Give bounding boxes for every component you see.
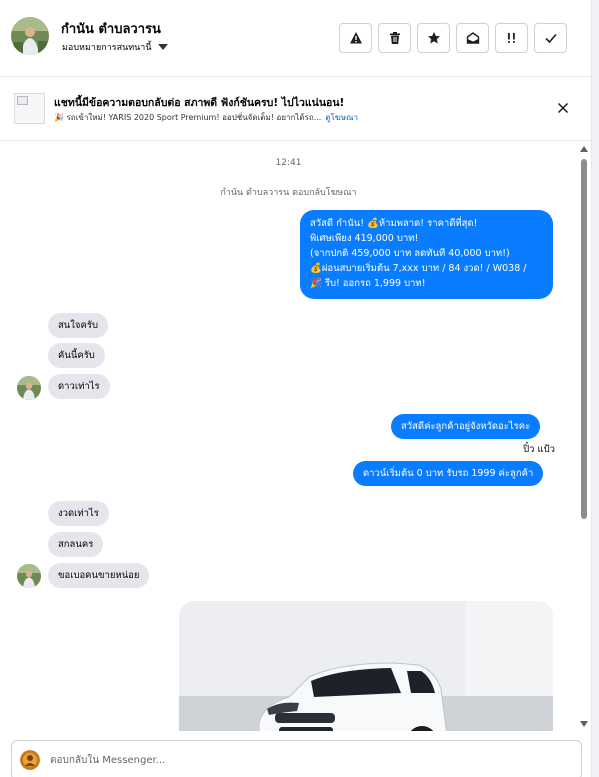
car-photo-attachment[interactable] (179, 601, 553, 731)
check-icon (544, 33, 557, 44)
mark-done-button[interactable] (534, 23, 567, 53)
message-line: สวัสดี กำนัน! 💰ห้ามพลาด! ราคาดีที่สุด! (310, 218, 478, 229)
follow-up-icon (507, 33, 515, 43)
mark-unread-icon (466, 32, 479, 44)
message-timestamp: 12:41 (275, 158, 302, 168)
message-bubble-incoming: ขอเบอคนขายหน่อย (48, 563, 150, 588)
contact-avatar-small[interactable] (17, 564, 41, 588)
assign-label: มอบหมายการสนทนานี้ (62, 43, 152, 53)
sender-name: ปิ๋ว แป้ว (523, 444, 555, 455)
reply-input[interactable] (50, 751, 550, 769)
view-ad-link[interactable]: ดูโฆษณา (325, 111, 358, 124)
star-icon (427, 32, 440, 44)
message-bubble-incoming: สกลนคร (48, 532, 104, 557)
assign-conversation-dropdown[interactable]: มอบหมายการสนทนานี้ (62, 40, 168, 54)
conversation-header: กำนัน ตำบลวารน มอบหมายการสนทนานี้ (0, 0, 591, 77)
trash-icon (389, 32, 400, 44)
ad-reply-banner: แชทนี้มีข้อความตอบกลับต่อ สภาพดี ฟังก์ชั… (0, 77, 591, 141)
close-banner-button[interactable] (555, 100, 571, 116)
page-avatar-icon (20, 750, 40, 770)
conversation-actions (339, 23, 567, 53)
message-line: พิเศษเพียง 419,000 บาท! (310, 233, 419, 244)
follow-up-button[interactable] (495, 23, 528, 53)
delete-button[interactable] (378, 23, 411, 53)
warning-icon (349, 32, 362, 44)
ad-title: แชทนี้มีข้อความตอบกลับต่อ สภาพดี ฟังก์ชั… (54, 97, 345, 109)
ad-reply-note: กำนัน ตำบลวารน ตอบกลับโฆษณา (220, 188, 357, 198)
ad-subtitle: 🎉 รถเข้าใหม่! YARIS 2020 Sport Premium! … (54, 113, 322, 122)
scroll-up-arrow-icon[interactable] (580, 146, 588, 152)
contact-avatar-small[interactable] (17, 376, 41, 400)
chat-scrollbar[interactable] (577, 141, 591, 731)
side-panel-edge (591, 0, 599, 777)
caret-down-icon (157, 44, 168, 50)
message-bubble-outgoing: สวัสดี กำนัน! 💰ห้ามพลาด! ราคาดีที่สุด! พ… (300, 210, 553, 299)
message-thread[interactable]: 12:41 กำนัน ตำบลวารน ตอบกลับโฆษณา สวัสดี… (0, 141, 577, 731)
scrollbar-thumb[interactable] (581, 159, 587, 519)
message-line: (จากปกติ 459,000 บาท ลดทันที 40,000 บาท!… (310, 248, 510, 259)
contact-avatar[interactable] (11, 17, 49, 55)
scroll-down-arrow-icon[interactable] (580, 721, 588, 727)
ad-subtitle-row: 🎉 รถเข้าใหม่! YARIS 2020 Sport Premium! … (54, 111, 358, 124)
message-bubble-outgoing: ดาวน์เริ่มต้น 0 บาท รับรถ 1999 ค่ะลูกค้า (353, 461, 544, 486)
ad-thumbnail (14, 93, 45, 124)
close-icon (557, 102, 569, 114)
message-bubble-incoming: สนใจครับ (48, 313, 108, 338)
mark-unread-button[interactable] (456, 23, 489, 53)
message-bubble-incoming: ดาวเท่าไร (48, 374, 110, 399)
message-bubble-incoming: งวดเท่าไร (48, 501, 109, 526)
message-bubble-incoming: คันนี้ครับ (48, 343, 105, 368)
message-line: 🎉 รีบ! ออกรถ 1,999 บาท! (310, 278, 426, 289)
star-button[interactable] (417, 23, 450, 53)
message-line: 💰ผ่อนสบายเริ่มต้น 7,xxx บาท / 84 งวด! / … (310, 263, 527, 274)
message-bubble-outgoing: สวัสดีค่ะลูกค้าอยู่จังหวัดอะไรคะ (391, 414, 541, 439)
contact-name: กำนัน ตำบลวารน (61, 22, 161, 37)
report-button[interactable] (339, 23, 372, 53)
message-composer (11, 740, 582, 777)
